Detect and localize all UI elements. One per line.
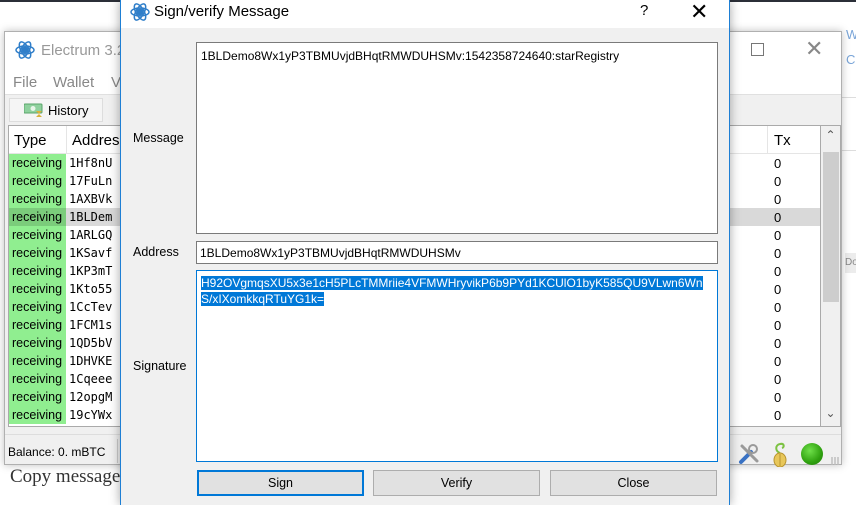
row-address: 1FCM1s	[69, 318, 113, 332]
history-icon	[24, 103, 43, 117]
column-separator	[767, 126, 768, 154]
row-type: receiving	[9, 316, 66, 334]
background-fragment: W	[846, 27, 856, 42]
electrum-logo-icon	[130, 3, 150, 21]
row-address: 1Kto55	[69, 282, 113, 296]
electrum-window-title: Electrum 3.2	[41, 42, 126, 59]
tab-history[interactable]: History	[9, 98, 103, 122]
row-tx-count: 0	[774, 174, 782, 189]
row-address: 1AXBVk	[69, 192, 113, 206]
row-type: receiving	[9, 298, 66, 316]
verify-button[interactable]: Verify	[373, 470, 540, 496]
electrum-logo-icon	[15, 41, 35, 59]
row-type: receiving	[9, 388, 66, 406]
row-address: 19cYWx	[69, 408, 113, 422]
row-address: 1ARLGQ	[69, 228, 113, 242]
network-status-icon[interactable]	[801, 443, 823, 465]
message-label: Message	[133, 131, 184, 145]
row-type: receiving	[9, 172, 66, 190]
scroll-up-arrow-icon[interactable]: ⌃	[821, 128, 840, 148]
row-type: receiving	[9, 352, 66, 370]
balance-label: Balance: 0. mBTC	[8, 445, 106, 459]
menu-file[interactable]: File	[13, 74, 37, 91]
sign-verify-dialog: Sign/verify Message ? ✕ Message 1BLDemo8…	[120, 0, 730, 505]
row-address: 1DHVKE	[69, 354, 113, 368]
dialog-close-button[interactable]: ✕	[690, 0, 708, 25]
row-tx-count: 0	[774, 264, 782, 279]
signature-label: Signature	[133, 359, 187, 373]
tab-history-label: History	[48, 103, 89, 118]
column-header-address[interactable]: Address	[72, 132, 127, 149]
maximize-button[interactable]	[751, 43, 764, 56]
address-input[interactable]: 1BLDemo8Wx1yP3TBMUvjdBHqtRMWDUHSMv	[196, 241, 718, 264]
row-address: 1Hf8nU	[69, 156, 113, 170]
sign-button[interactable]: Sign	[197, 470, 364, 496]
row-type: receiving	[9, 334, 66, 352]
signature-selected-text: H92OVgmqsXU5x3e1cH5PLcTMMriie4VFMWHryvik…	[201, 276, 703, 306]
status-separator	[117, 439, 118, 463]
row-address: 1KP3mT	[69, 264, 113, 278]
electrum-close-button[interactable]: ✕	[805, 36, 823, 62]
dialog-titlebar[interactable]: Sign/verify Message ? ✕	[121, 0, 729, 28]
row-address: 1Cqeee	[69, 372, 113, 386]
row-address: 12opgM	[69, 390, 113, 404]
close-button[interactable]: Close	[550, 470, 717, 496]
row-type: receiving	[9, 370, 66, 388]
row-type: receiving	[9, 208, 66, 226]
column-header-type[interactable]: Type	[14, 132, 47, 149]
scroll-down-arrow-icon[interactable]: ⌄	[821, 406, 840, 426]
row-address: 1CcTev	[69, 300, 113, 314]
background-fragment: Do	[845, 253, 856, 273]
row-tx-count: 0	[774, 390, 782, 405]
row-tx-count: 0	[774, 408, 782, 423]
row-tx-count: 0	[774, 300, 782, 315]
resize-grip[interactable]	[831, 457, 839, 465]
row-tx-count: 0	[774, 318, 782, 333]
row-type: receiving	[9, 406, 66, 424]
column-separator	[66, 126, 67, 154]
row-tx-count: 0	[774, 372, 782, 387]
column-header-tx[interactable]: Tx	[774, 132, 791, 149]
row-tx-count: 0	[774, 336, 782, 351]
message-textarea[interactable]: 1BLDemo8Wx1yP3TBMUvjdBHqtRMWDUHSMv:15423…	[196, 42, 718, 234]
row-type: receiving	[9, 154, 66, 172]
address-label: Address	[133, 245, 179, 259]
row-tx-count: 0	[774, 246, 782, 261]
help-button[interactable]: ?	[640, 2, 648, 19]
table-scrollbar[interactable]: ⌃ ⌄	[821, 125, 841, 427]
row-tx-count: 0	[774, 210, 782, 225]
row-tx-count: 0	[774, 282, 782, 297]
menu-wallet[interactable]: Wallet	[53, 74, 94, 91]
row-type: receiving	[9, 262, 66, 280]
row-tx-count: 0	[774, 156, 782, 171]
seed-icon[interactable]	[771, 441, 789, 467]
row-type: receiving	[9, 280, 66, 298]
row-tx-count: 0	[774, 192, 782, 207]
signature-textarea[interactable]: H92OVgmqsXU5x3e1cH5PLcTMMriie4VFMWHryvik…	[196, 270, 718, 462]
scrollbar-thumb[interactable]	[823, 152, 839, 302]
background-divider	[842, 97, 856, 98]
row-address: 17FuLn	[69, 174, 113, 188]
row-type: receiving	[9, 244, 66, 262]
background-fragment: C	[846, 52, 856, 67]
row-tx-count: 0	[774, 354, 782, 369]
preferences-icon[interactable]	[738, 443, 760, 465]
row-type: receiving	[9, 190, 66, 208]
background-page-text: Copy message	[10, 466, 121, 487]
row-address: 1BLDem	[69, 210, 113, 224]
row-address: 1QD5bV	[69, 336, 113, 350]
background-divider	[842, 150, 856, 151]
dialog-title: Sign/verify Message	[154, 3, 290, 20]
row-tx-count: 0	[774, 228, 782, 243]
row-address: 1KSavf	[69, 246, 113, 260]
row-type: receiving	[9, 226, 66, 244]
